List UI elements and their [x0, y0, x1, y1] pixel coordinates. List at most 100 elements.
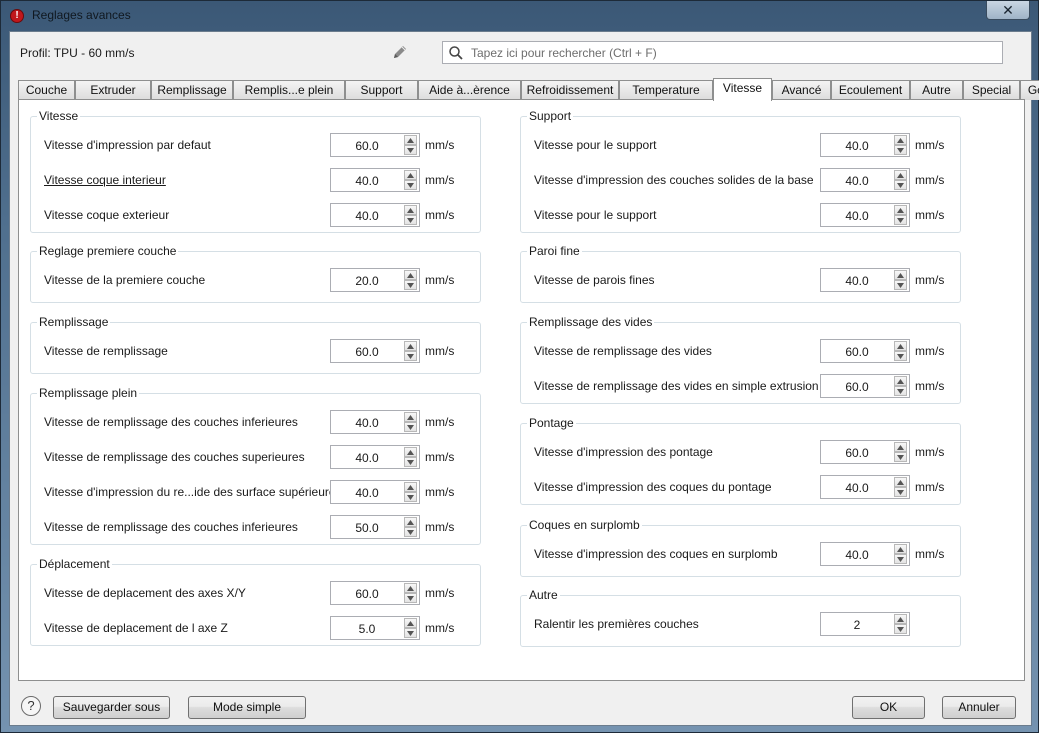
spinbox-value[interactable]: 20.0 — [331, 274, 403, 288]
simple-mode-button[interactable]: Mode simple — [188, 696, 306, 719]
spinbox-value[interactable]: 40.0 — [331, 416, 403, 430]
value-spinbox[interactable]: 40.0 — [820, 203, 910, 227]
cancel-button[interactable]: Annuler — [942, 696, 1016, 719]
spinbox-value[interactable]: 2 — [821, 618, 893, 632]
value-spinbox[interactable]: 60.0 — [330, 339, 420, 363]
tab-autre[interactable]: Autre — [910, 80, 963, 100]
tab-support[interactable]: Support — [345, 80, 418, 100]
spin-down-icon[interactable] — [894, 624, 907, 634]
spin-up-icon[interactable] — [404, 618, 417, 628]
spin-up-icon[interactable] — [404, 170, 417, 180]
tab-extruder[interactable]: Extruder — [75, 80, 151, 100]
value-spinbox[interactable]: 60.0 — [330, 581, 420, 605]
help-icon[interactable]: ? — [21, 696, 41, 716]
title-bar[interactable]: ! Reglages avances ✕ — [1, 1, 1038, 29]
spinbox-value[interactable]: 40.0 — [821, 548, 893, 562]
spin-down-icon[interactable] — [404, 457, 417, 467]
value-spinbox[interactable]: 40.0 — [820, 475, 910, 499]
spin-up-icon[interactable] — [894, 376, 907, 386]
spin-up-icon[interactable] — [894, 341, 907, 351]
tab-couche[interactable]: Couche — [18, 80, 75, 100]
spinbox-value[interactable]: 60.0 — [331, 587, 403, 601]
spin-down-icon[interactable] — [404, 351, 417, 361]
tab-special[interactable]: Special — [963, 80, 1020, 100]
spinbox-value[interactable]: 40.0 — [331, 486, 403, 500]
spin-up-icon[interactable] — [894, 135, 907, 145]
spin-down-icon[interactable] — [894, 351, 907, 361]
spin-up-icon[interactable] — [894, 477, 907, 487]
spin-up-icon[interactable] — [404, 270, 417, 280]
spin-down-icon[interactable] — [404, 215, 417, 225]
value-spinbox[interactable]: 40.0 — [330, 480, 420, 504]
value-spinbox[interactable]: 60.0 — [820, 374, 910, 398]
search-input[interactable] — [469, 43, 999, 62]
spinbox-value[interactable]: 40.0 — [331, 209, 403, 223]
spin-down-icon[interactable] — [404, 492, 417, 502]
spin-up-icon[interactable] — [894, 270, 907, 280]
value-spinbox[interactable]: 40.0 — [330, 203, 420, 227]
pencil-icon[interactable] — [390, 42, 410, 62]
spinbox-value[interactable]: 40.0 — [821, 174, 893, 188]
spin-down-icon[interactable] — [894, 215, 907, 225]
value-spinbox[interactable]: 2 — [820, 612, 910, 636]
spin-up-icon[interactable] — [404, 135, 417, 145]
spin-down-icon[interactable] — [404, 145, 417, 155]
spinbox-value[interactable]: 60.0 — [331, 139, 403, 153]
value-spinbox[interactable]: 40.0 — [820, 133, 910, 157]
spinbox-value[interactable]: 50.0 — [331, 521, 403, 535]
tab-avancé[interactable]: Avancé — [772, 80, 831, 100]
spin-down-icon[interactable] — [404, 593, 417, 603]
spinbox-value[interactable]: 40.0 — [821, 209, 893, 223]
spinbox-value[interactable]: 60.0 — [821, 345, 893, 359]
tab-remplissage[interactable]: Remplissage — [151, 80, 233, 100]
spinbox-value[interactable]: 5.0 — [331, 622, 403, 636]
spin-up-icon[interactable] — [404, 341, 417, 351]
spin-down-icon[interactable] — [894, 145, 907, 155]
value-spinbox[interactable]: 40.0 — [330, 410, 420, 434]
tab-vitesse[interactable]: Vitesse — [713, 78, 772, 101]
value-spinbox[interactable]: 60.0 — [330, 133, 420, 157]
spinbox-value[interactable]: 40.0 — [821, 481, 893, 495]
tab-aide-à-èrence[interactable]: Aide à...èrence — [418, 80, 521, 100]
spin-down-icon[interactable] — [894, 386, 907, 396]
spin-up-icon[interactable] — [894, 170, 907, 180]
spin-down-icon[interactable] — [894, 180, 907, 190]
tab-remplis-e-plein[interactable]: Remplis...e plein — [233, 80, 345, 100]
setting-label[interactable]: Vitesse coque interieur — [44, 173, 166, 187]
spin-up-icon[interactable] — [894, 544, 907, 554]
value-spinbox[interactable]: 40.0 — [330, 168, 420, 192]
value-spinbox[interactable]: 20.0 — [330, 268, 420, 292]
value-spinbox[interactable]: 40.0 — [330, 445, 420, 469]
spin-up-icon[interactable] — [404, 205, 417, 215]
save-as-button[interactable]: Sauvegarder sous — [53, 696, 170, 719]
value-spinbox[interactable]: 40.0 — [820, 268, 910, 292]
spinbox-value[interactable]: 40.0 — [821, 274, 893, 288]
spin-down-icon[interactable] — [404, 180, 417, 190]
value-spinbox[interactable]: 60.0 — [820, 440, 910, 464]
spin-down-icon[interactable] — [894, 554, 907, 564]
spin-down-icon[interactable] — [404, 527, 417, 537]
tab-gcode[interactable]: Gcode — [1020, 80, 1039, 100]
spin-up-icon[interactable] — [404, 447, 417, 457]
spin-down-icon[interactable] — [894, 280, 907, 290]
spin-down-icon[interactable] — [404, 422, 417, 432]
spinbox-value[interactable]: 40.0 — [821, 139, 893, 153]
spin-down-icon[interactable] — [894, 452, 907, 462]
spin-up-icon[interactable] — [404, 482, 417, 492]
spin-up-icon[interactable] — [404, 412, 417, 422]
value-spinbox[interactable]: 40.0 — [820, 168, 910, 192]
spinbox-value[interactable]: 40.0 — [331, 174, 403, 188]
spinbox-value[interactable]: 60.0 — [821, 446, 893, 460]
value-spinbox[interactable]: 40.0 — [820, 542, 910, 566]
spin-up-icon[interactable] — [404, 517, 417, 527]
spinbox-value[interactable]: 60.0 — [331, 345, 403, 359]
tab-ecoulement[interactable]: Ecoulement — [831, 80, 910, 100]
value-spinbox[interactable]: 5.0 — [330, 616, 420, 640]
spinbox-value[interactable]: 60.0 — [821, 380, 893, 394]
value-spinbox[interactable]: 60.0 — [820, 339, 910, 363]
tab-temperature[interactable]: Temperature — [619, 80, 713, 100]
spin-down-icon[interactable] — [404, 628, 417, 638]
value-spinbox[interactable]: 50.0 — [330, 515, 420, 539]
tab-refroidissement[interactable]: Refroidissement — [521, 80, 619, 100]
spin-up-icon[interactable] — [894, 614, 907, 624]
